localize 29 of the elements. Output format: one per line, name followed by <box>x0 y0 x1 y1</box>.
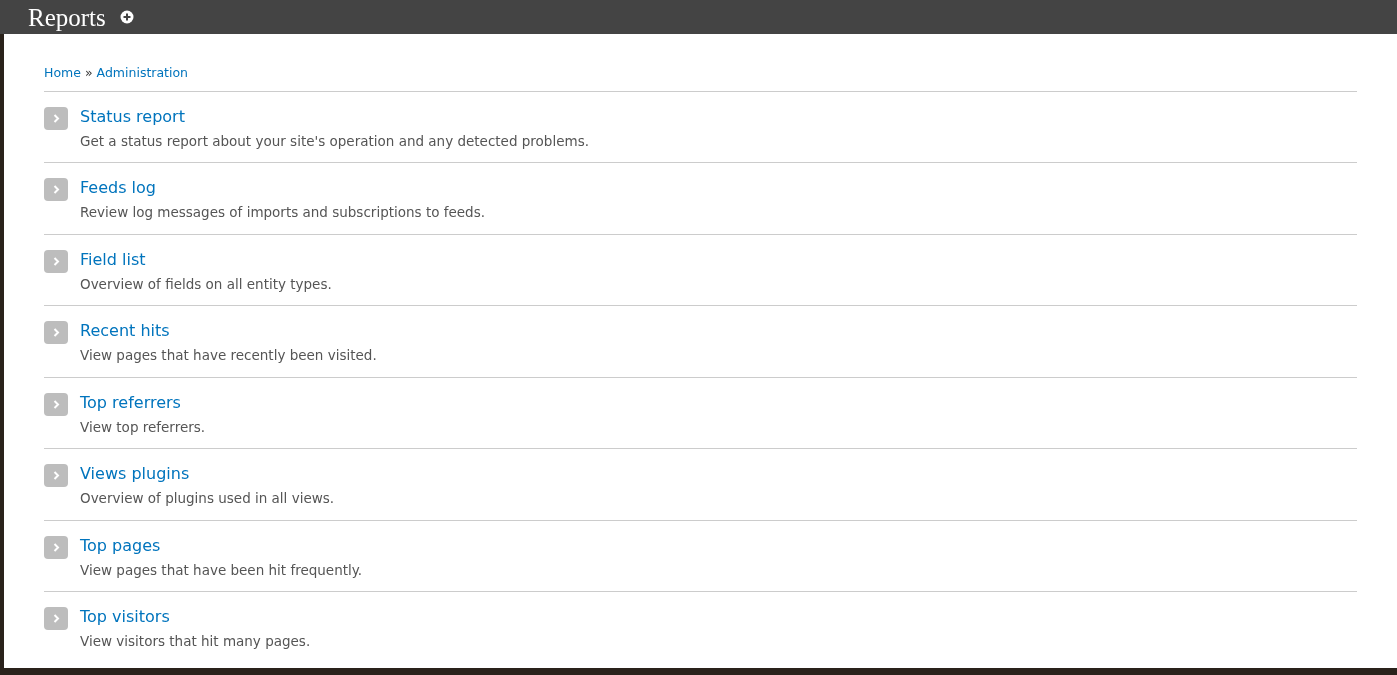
report-description: View top referrers. <box>80 417 206 436</box>
breadcrumb-link[interactable]: Administration <box>96 64 189 83</box>
report-link[interactable]: Feeds log <box>80 177 156 200</box>
report-description: Overview of plugins used in all views. <box>80 489 335 508</box>
report-description: Review log messages of imports and subscriptions to feeds. <box>80 203 485 222</box>
chevron-icon <box>44 535 68 559</box>
report-link[interactable]: Field list <box>80 248 146 271</box>
chevron-icon <box>44 321 68 345</box>
report-description: Overview of fields on all entity types. <box>80 274 332 293</box>
add-shortcut-icon[interactable] <box>119 10 134 24</box>
chevron-icon <box>44 392 68 416</box>
breadcrumb-link[interactable]: Home <box>44 64 81 83</box>
report-link[interactable]: Top pages <box>80 534 161 557</box>
chevron-icon <box>44 464 68 488</box>
chevron-icon <box>44 106 68 130</box>
report-description: Get a status report about your site's operation and any detected problems. <box>80 131 589 150</box>
report-link[interactable]: Top referrers <box>80 391 181 414</box>
chevron-icon <box>44 607 68 631</box>
report-link[interactable]: Top visitors <box>80 606 170 629</box>
chevron-icon <box>44 178 68 202</box>
report-description: View pages that have recently been visited. <box>80 346 377 365</box>
chevron-icon <box>44 249 68 273</box>
report-link[interactable]: Views plugins <box>80 463 190 486</box>
report-description: View visitors that hit many pages. <box>80 632 311 651</box>
report-link[interactable]: Status report <box>80 105 185 128</box>
report-description: View pages that have been hit frequently. <box>80 560 363 579</box>
report-link[interactable]: Recent hits <box>80 320 170 343</box>
page-title: Reports <box>28 4 106 30</box>
breadcrumb-separator: » <box>84 64 93 82</box>
